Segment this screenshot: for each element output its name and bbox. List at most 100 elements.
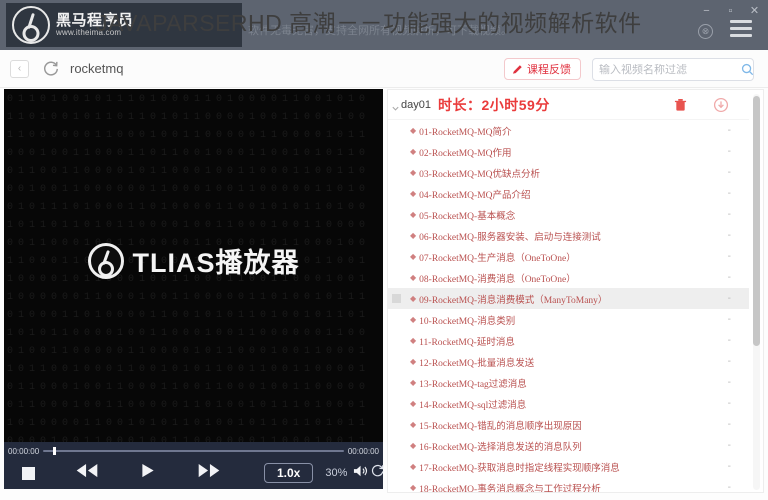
day-label: day01 bbox=[401, 98, 431, 111]
playlist-item[interactable]: ◆ 13-RocketMQ-tag过滤消息 - bbox=[388, 372, 749, 393]
playlist-item[interactable]: ◆ 03-RocketMQ-MQ优缺点分析 - bbox=[388, 162, 749, 183]
search-input[interactable] bbox=[599, 63, 741, 76]
player-brand-label: TLIAS播放器 bbox=[132, 248, 300, 278]
playlist-item[interactable]: ◆ 06-RocketMQ-服务器安装、启动与连接测试 - bbox=[388, 225, 749, 246]
video-stage[interactable]: 0110100101110100011010000110010101101001… bbox=[4, 89, 383, 489]
playlist-item-status: - bbox=[727, 251, 731, 262]
playlist-item-status: - bbox=[727, 230, 731, 241]
search-icon[interactable] bbox=[741, 63, 754, 76]
playlist-item-label: 08-RocketMQ-消费消息（OneToOne） bbox=[419, 274, 576, 285]
bullet-icon: ◆ bbox=[410, 147, 417, 156]
bullet-icon: ◆ bbox=[410, 420, 417, 429]
window-controls: − ▫ ✕ bbox=[699, 4, 762, 19]
bullet-icon: ◆ bbox=[410, 357, 417, 366]
title-bar: 黑马程序员 www.itheima.com 软件无毒无害，支持全网所有视频解析，… bbox=[0, 0, 768, 50]
bullet-icon: ◆ bbox=[410, 231, 417, 240]
maximize-button[interactable]: ▫ bbox=[723, 4, 738, 19]
playback-speed-button[interactable]: 1.0x bbox=[264, 463, 314, 483]
playlist-item[interactable]: ◆ 01-RocketMQ-MQ简介 - bbox=[388, 120, 749, 141]
playlist-item-status: - bbox=[727, 314, 731, 325]
playlist-item-status: - bbox=[727, 419, 731, 430]
player-brand: TLIAS播放器 bbox=[4, 241, 383, 280]
playlist-item-label: 04-RocketMQ-MQ产品介绍 bbox=[419, 190, 531, 201]
bullet-icon: ◆ bbox=[410, 483, 417, 492]
bullet-icon: ◆ bbox=[410, 336, 417, 345]
toolbar: ‹ rocketmq 课程反馈 bbox=[0, 50, 768, 88]
loop-icon[interactable] bbox=[370, 463, 385, 483]
stop-button[interactable] bbox=[22, 466, 35, 480]
bullet-icon: ◆ bbox=[410, 462, 417, 471]
playlist-item-label: 18-RocketMQ-事务消息概念与工作过程分析 bbox=[419, 484, 601, 493]
day-header[interactable]: day01 时长：2小时59分 bbox=[388, 90, 749, 120]
pencil-icon bbox=[512, 64, 523, 75]
minimize-button[interactable]: − bbox=[699, 4, 714, 19]
playlist-item-status: - bbox=[727, 356, 731, 367]
playlist-item[interactable]: ◆ 12-RocketMQ-批量消息发送 - bbox=[388, 351, 749, 372]
playlist-item[interactable]: ◆ 02-RocketMQ-MQ作用 - bbox=[388, 141, 749, 162]
seek-bar[interactable] bbox=[43, 447, 344, 455]
play-button[interactable] bbox=[141, 463, 155, 483]
feedback-label: 课程反馈 bbox=[527, 64, 571, 76]
playlist-item-status: - bbox=[727, 398, 731, 409]
bullet-icon: ◆ bbox=[410, 168, 417, 177]
itheima-logo-icon bbox=[12, 6, 50, 44]
app-window: 黑马程序员 www.itheima.com 软件无毒无害，支持全网所有视频解析，… bbox=[0, 0, 768, 500]
playlist-item[interactable]: ◆ 17-RocketMQ-获取消息时指定线程实现顺序消息 - bbox=[388, 456, 749, 477]
close-button[interactable]: ✕ bbox=[747, 4, 762, 19]
search-box[interactable] bbox=[592, 58, 754, 81]
bullet-icon: ◆ bbox=[410, 294, 417, 303]
playlist-item-label: 01-RocketMQ-MQ简介 bbox=[419, 127, 512, 138]
playlist-item-label: 13-RocketMQ-tag过滤消息 bbox=[419, 379, 527, 390]
control-buttons: 1.0x 30% bbox=[4, 459, 429, 487]
trash-icon[interactable] bbox=[674, 98, 687, 112]
playlist-item-label: 10-RocketMQ-消息类别 bbox=[419, 316, 516, 327]
playlist-item[interactable]: ◆ 18-RocketMQ-事务消息概念与工作过程分析 - bbox=[388, 477, 749, 493]
playlist-item-label: 09-RocketMQ-消息消费模式（ManyToMany） bbox=[419, 295, 608, 306]
playlist-item-label: 16-RocketMQ-选择消息发送的消息队列 bbox=[419, 442, 582, 453]
tlias-logo-icon bbox=[87, 242, 124, 279]
feedback-button[interactable]: 课程反馈 bbox=[504, 58, 581, 80]
playlist-item[interactable]: ◆ 08-RocketMQ-消费消息（OneToOne） - bbox=[388, 267, 749, 288]
bullet-icon: ◆ bbox=[410, 315, 417, 324]
playlist-item-status: - bbox=[727, 377, 731, 388]
playlist-item[interactable]: ◆ 11-RocketMQ-延时消息 - bbox=[388, 330, 749, 351]
download-icon[interactable] bbox=[713, 97, 729, 113]
playlist-item[interactable]: ◆ 15-RocketMQ-错乱的消息顺序出现原因 - bbox=[388, 414, 749, 435]
fast-forward-button[interactable] bbox=[197, 463, 221, 483]
bullet-icon: ◆ bbox=[410, 378, 417, 387]
hamburger-menu-icon[interactable] bbox=[730, 20, 752, 37]
playlist-item-label: 02-RocketMQ-MQ作用 bbox=[419, 148, 512, 159]
chevron-down-icon[interactable] bbox=[391, 100, 400, 111]
seek-handle[interactable] bbox=[53, 447, 57, 455]
playlist-item[interactable]: ◆ 04-RocketMQ-MQ产品介绍 - bbox=[388, 183, 749, 204]
item-checkbox[interactable] bbox=[392, 294, 401, 303]
playlist-panel[interactable]: day01 时长：2小时59分 ◆ 01-RocketMQ-MQ简介 - ◆ 02-Rock… bbox=[387, 89, 764, 493]
playlist-item[interactable]: ◆ 10-RocketMQ-消息类别 - bbox=[388, 309, 749, 330]
playlist-item-status: - bbox=[727, 272, 731, 283]
playlist-item-label: 14-RocketMQ-sql过滤消息 bbox=[419, 400, 527, 411]
close-circle-icon[interactable]: ⊗ bbox=[698, 24, 713, 39]
back-button[interactable]: ‹ bbox=[10, 60, 29, 78]
playlist-item-label: 03-RocketMQ-MQ优缺点分析 bbox=[419, 169, 541, 180]
rewind-button[interactable] bbox=[75, 463, 99, 483]
playlist-item-status: - bbox=[727, 209, 731, 220]
playlist-scrollbar[interactable] bbox=[753, 94, 760, 490]
bullet-icon: ◆ bbox=[410, 210, 417, 219]
playlist-item-label: 05-RocketMQ-基本概念 bbox=[419, 211, 516, 222]
refresh-icon[interactable] bbox=[42, 59, 60, 77]
player-controls: 00:00:00 00:00:00 1.0x 30% bbox=[4, 442, 429, 489]
volume-icon[interactable] bbox=[353, 464, 370, 483]
playlist-item[interactable]: ◆ 16-RocketMQ-选择消息发送的消息队列 - bbox=[388, 435, 749, 456]
playlist-item[interactable]: ◆ 09-RocketMQ-消息消费模式（ManyToMany） - bbox=[388, 288, 749, 309]
playlist-item-status: - bbox=[727, 335, 731, 346]
playlist-item-status: - bbox=[727, 440, 731, 451]
total-time: 00:00:00 bbox=[347, 446, 379, 456]
day-duration: 时长：2小时59分 bbox=[437, 96, 550, 113]
playlist-item[interactable]: ◆ 14-RocketMQ-sql过滤消息 - bbox=[388, 393, 749, 414]
playlist-item[interactable]: ◆ 07-RocketMQ-生产消息（OneToOne） - bbox=[388, 246, 749, 267]
bullet-icon: ◆ bbox=[410, 399, 417, 408]
playlist-item-status: - bbox=[727, 188, 731, 199]
page-title: JAVAPARSERHD 高潮－－功能强大的视频解析软件 bbox=[96, 10, 642, 36]
playlist-scroll-thumb[interactable] bbox=[753, 96, 760, 346]
playlist-item[interactable]: ◆ 05-RocketMQ-基本概念 - bbox=[388, 204, 749, 225]
